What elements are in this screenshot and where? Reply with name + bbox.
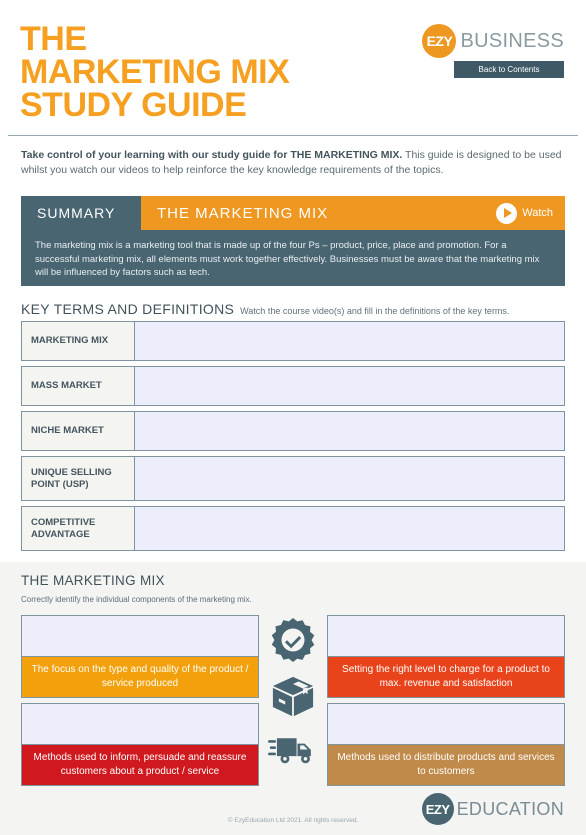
table-row: COMPETITIVE ADVANTAGE: [21, 506, 565, 551]
promotion-answer-input[interactable]: [21, 703, 259, 744]
product-description: The focus on the type and quality of the…: [21, 656, 259, 698]
key-terms-header: KEY TERMS AND DEFINITIONS Watch the cour…: [21, 301, 509, 317]
page-title-line-3: STUDY GUIDE: [20, 86, 247, 124]
table-row: UNIQUE SELLING POINT (USP): [21, 456, 565, 501]
quality-badge-icon: [270, 617, 316, 663]
marketing-mix-heading: THE MARKETING MIX: [21, 573, 165, 588]
intro-paragraph: Take control of your learning with our s…: [21, 148, 566, 178]
study-guide-page: THE MARKETING MIX STUDY GUIDE EZY BUSINE…: [0, 0, 586, 835]
key-terms-subheading: Watch the course video(s) and fill in th…: [240, 306, 510, 316]
definition-input[interactable]: [135, 322, 564, 360]
marketing-mix-card-place: Methods used to distribute products and …: [327, 703, 565, 786]
back-to-contents-button[interactable]: Back to Contents: [454, 61, 564, 78]
key-term-label: COMPETITIVE ADVANTAGE: [22, 507, 135, 550]
ezy-education-badge: EZY: [421, 793, 454, 825]
key-terms-table: MARKETING MIX MASS MARKET NICHE MARKET U…: [21, 321, 565, 556]
package-box-icon: [271, 676, 315, 718]
marketing-mix-card-product: The focus on the type and quality of the…: [21, 615, 259, 698]
marketing-mix-icon-column: [262, 617, 324, 767]
key-terms-heading: KEY TERMS AND DEFINITIONS: [21, 301, 235, 317]
definition-input[interactable]: [135, 457, 564, 500]
table-row: MASS MARKET: [21, 366, 565, 406]
marketing-mix-card-price: Setting the right level to charge for a …: [327, 615, 565, 698]
place-answer-input[interactable]: [327, 703, 565, 744]
summary-topic-label: THE MARKETING MIX: [157, 204, 329, 222]
watch-video-button[interactable]: Watch: [496, 196, 565, 230]
ezy-education-logo: EZY EDUCATION: [421, 793, 564, 825]
intro-bold-text: Take control of your learning with our s…: [21, 149, 403, 161]
product-answer-input[interactable]: [21, 615, 259, 656]
page-title-line-1: THE: [20, 20, 87, 58]
summary-tab-label: SUMMARY: [21, 196, 141, 230]
price-answer-input[interactable]: [327, 615, 565, 656]
marketing-mix-subheading: Correctly identify the individual compon…: [21, 595, 252, 604]
key-term-label: NICHE MARKET: [22, 412, 135, 450]
brand-word-education: EDUCATION: [456, 798, 564, 819]
definition-input[interactable]: [135, 412, 564, 450]
definition-input[interactable]: [135, 367, 564, 405]
marketing-mix-left-column: The focus on the type and quality of the…: [21, 615, 259, 791]
watch-label: Watch: [522, 207, 553, 219]
page-title-line-2: MARKETING MIX: [20, 53, 290, 91]
ezy-business-logo: EZY BUSINESS: [422, 24, 564, 58]
marketing-mix-card-promotion: Methods used to inform, persuade and rea…: [21, 703, 259, 786]
key-term-label: MARKETING MIX: [22, 322, 135, 360]
marketing-mix-right-column: Setting the right level to charge for a …: [327, 615, 565, 791]
ezy-logo-badge: EZY: [422, 24, 457, 58]
place-description: Methods used to distribute products and …: [327, 744, 565, 786]
key-term-label: UNIQUE SELLING POINT (USP): [22, 457, 135, 500]
play-icon: [496, 202, 518, 224]
table-row: NICHE MARKET: [21, 411, 565, 451]
promotion-description: Methods used to inform, persuade and rea…: [21, 744, 259, 786]
summary-header-bar: SUMMARY THE MARKETING MIX Watch: [21, 196, 565, 230]
table-row: MARKETING MIX: [21, 321, 565, 361]
delivery-truck-icon: [268, 731, 318, 767]
key-term-label: MASS MARKET: [22, 367, 135, 405]
price-description: Setting the right level to charge for a …: [327, 656, 565, 698]
definition-input[interactable]: [135, 507, 564, 550]
brand-word-business: BUSINESS: [460, 29, 564, 52]
header-divider: [8, 135, 578, 136]
page-title: THE MARKETING MIX STUDY GUIDE: [20, 20, 290, 124]
summary-body-text: The marketing mix is a marketing tool th…: [21, 230, 565, 286]
